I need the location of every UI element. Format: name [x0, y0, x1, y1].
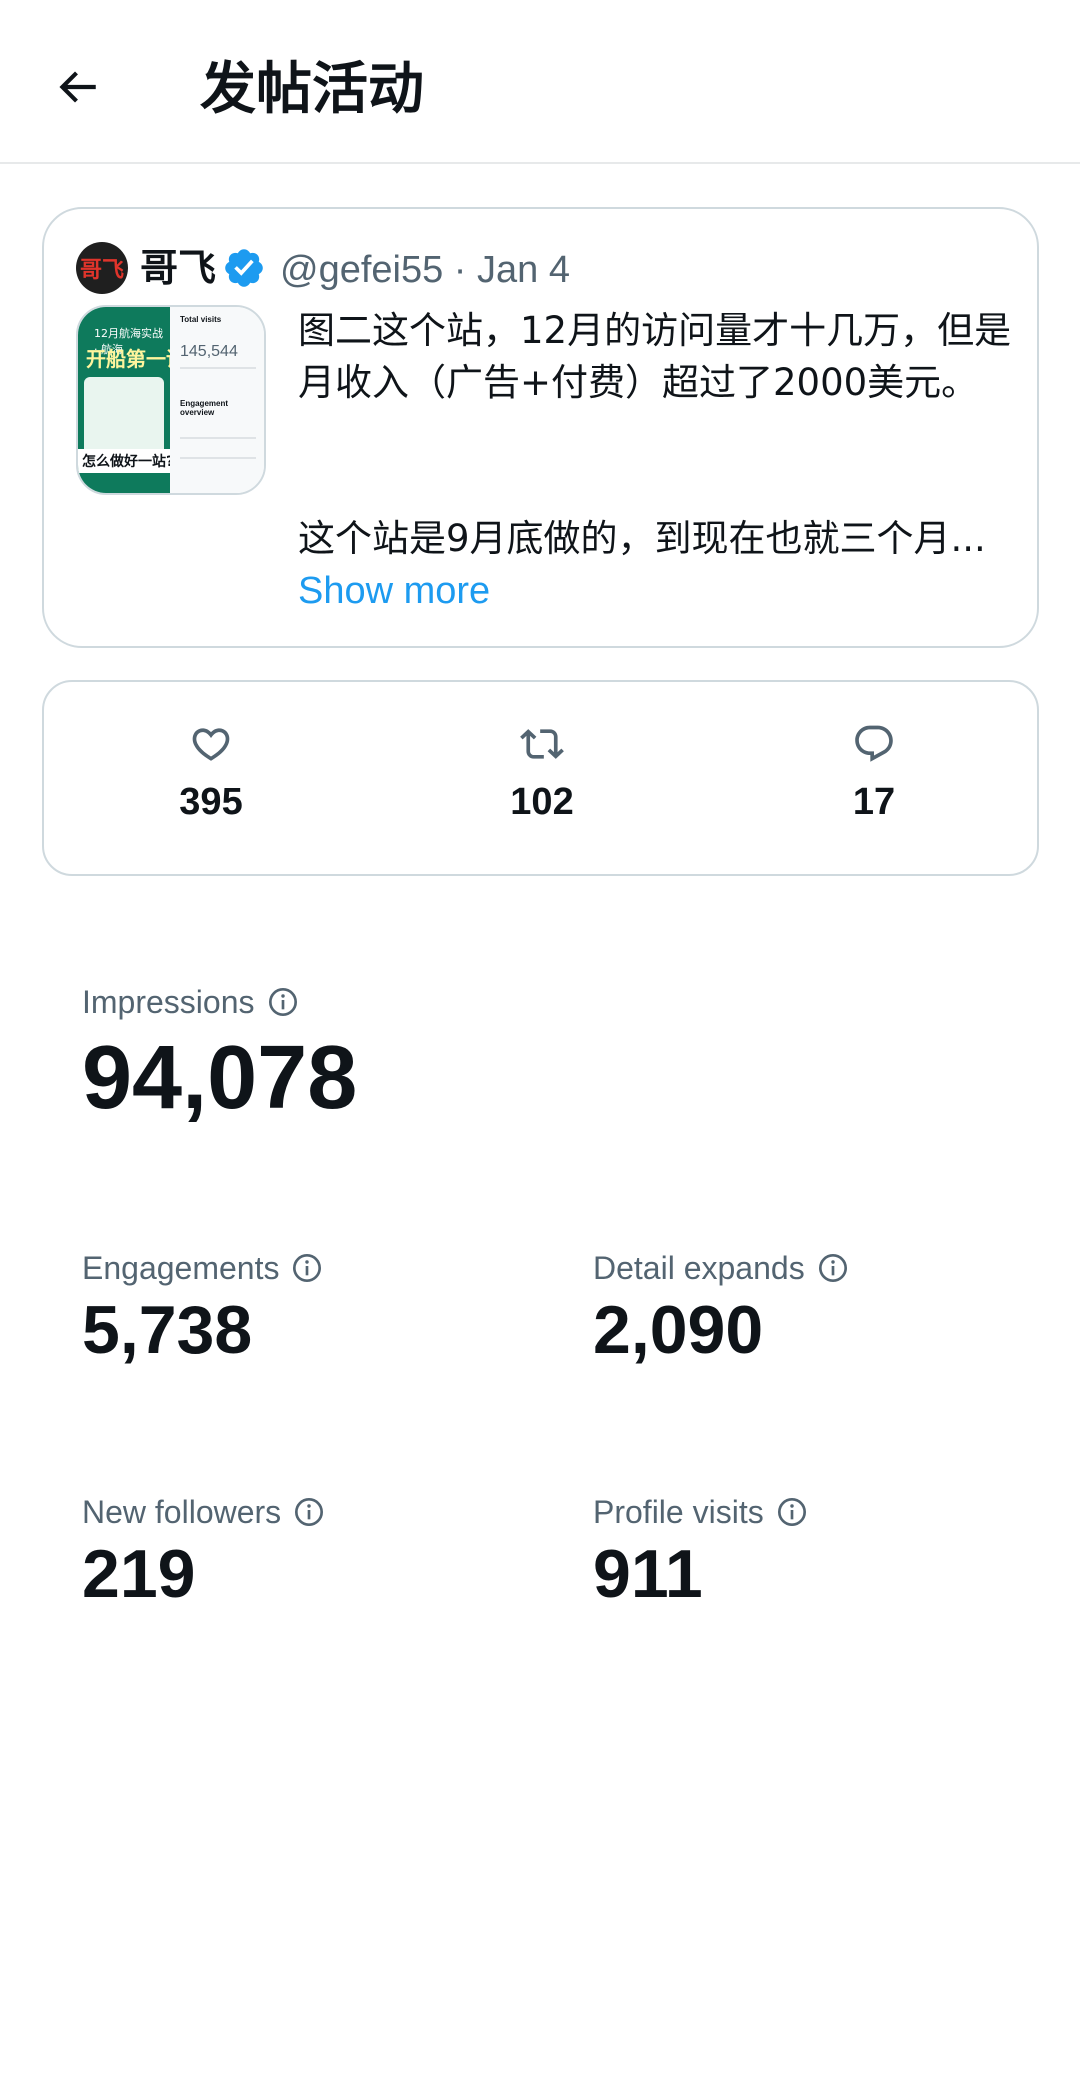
thumbnail-stats-subtitle: Engagement overview: [180, 399, 229, 417]
profile-visits-label: Profile visits: [593, 1494, 764, 1530]
post-text-continued: 这个站是9月底做的，到现在也就三个月...: [298, 517, 986, 560]
arrow-left-icon: [59, 71, 96, 103]
info-icon[interactable]: [291, 1252, 323, 1284]
reply-bubble-icon: [855, 725, 893, 762]
engagements-label: Engagements: [82, 1250, 280, 1286]
likes-stat[interactable]: 395: [111, 722, 311, 824]
thumbnail-divider: [180, 367, 256, 369]
back-button[interactable]: [46, 56, 108, 118]
impressions-value: 94,078: [82, 1028, 358, 1128]
replies-stat[interactable]: 17: [774, 722, 974, 824]
detail-expands-metric: Detail expands 2,090: [593, 1246, 849, 1370]
retweets-stat[interactable]: 102: [442, 722, 642, 824]
top-app-bar: 发帖活动: [0, 0, 1080, 164]
impressions-label: Impressions: [82, 984, 255, 1020]
profile-visits-value: 911: [593, 1536, 703, 1612]
post-text: 图二这个站，12月的访问量才十几万，但是月收入（广告+付费）超过了2000美元。: [298, 309, 1012, 404]
retweet-icon: [520, 729, 564, 759]
page-title: 发帖活动: [200, 57, 424, 122]
info-icon[interactable]: [776, 1496, 808, 1528]
avatar[interactable]: 哥飞: [76, 242, 128, 294]
thumbnail-stats-title: Total visits: [180, 315, 222, 324]
thumbnail-divider: [180, 437, 256, 439]
new-followers-label: New followers: [82, 1494, 282, 1530]
new-followers-value: 219: [82, 1536, 196, 1612]
engagements-metric: Engagements 5,738: [82, 1246, 323, 1370]
retweets-count: 102: [510, 781, 574, 823]
replies-count: 17: [852, 781, 896, 823]
thumbnail-stats-value: 145,544: [180, 343, 238, 360]
post-image-thumbnail[interactable]: 12月航海实战 · 航海 开船第一课 怎么做好一站? Total visits …: [76, 305, 266, 495]
likes-count: 395: [179, 781, 243, 823]
info-icon[interactable]: [293, 1496, 325, 1528]
detail-expands-value: 2,090: [593, 1292, 764, 1368]
info-icon[interactable]: [267, 986, 299, 1018]
thumbnail-bottom-text: 怎么做好一站?: [78, 449, 179, 473]
engagements-value: 5,738: [82, 1292, 253, 1368]
engagement-summary-card: 395 102 17: [42, 680, 1039, 876]
verified-badge-icon: [225, 249, 263, 287]
thumbnail-panel: [84, 377, 164, 455]
new-followers-metric: New followers 219: [82, 1490, 325, 1614]
author-name: 哥飞: [140, 246, 217, 290]
heart-icon: [192, 728, 230, 761]
info-icon[interactable]: [817, 1252, 849, 1284]
detail-expands-label: Detail expands: [593, 1250, 805, 1286]
profile-visits-metric: Profile visits 911: [593, 1490, 808, 1614]
handle-and-date: @gefei55 · Jan 4: [280, 249, 570, 291]
impressions-metric: Impressions 94,078: [82, 980, 357, 1128]
post-preview-card[interactable]: 哥飞 哥飞 @gefei55 · Jan 4 12月航海实战 · 航海 开船第一…: [42, 207, 1039, 648]
thumbnail-divider: [180, 457, 256, 459]
show-more-link[interactable]: Show more: [298, 565, 490, 617]
